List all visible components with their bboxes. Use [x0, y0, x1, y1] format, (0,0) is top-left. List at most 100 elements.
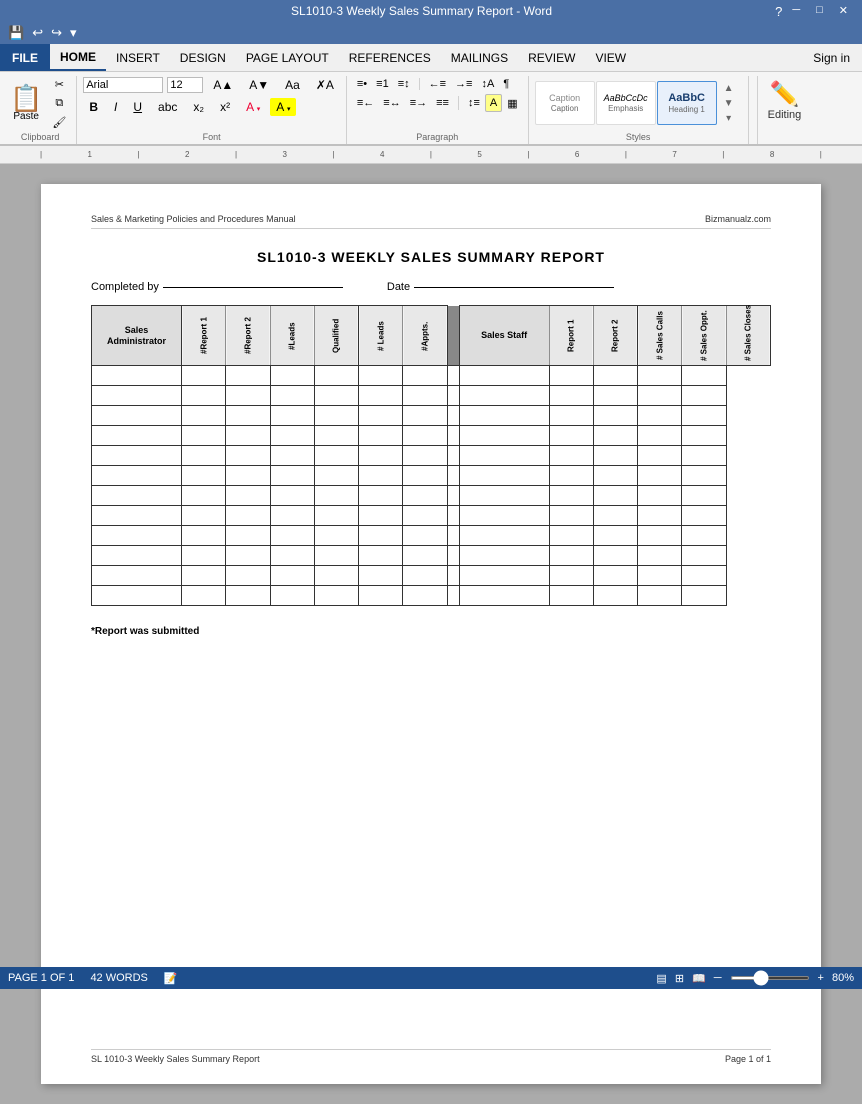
- table-row: [92, 426, 771, 446]
- table-cell: [270, 506, 314, 526]
- align-center-button[interactable]: ≡↔: [379, 95, 404, 111]
- table-cell: [182, 506, 226, 526]
- proofing-icon[interactable]: 📝: [164, 972, 178, 985]
- align-left-button[interactable]: ≡←: [353, 95, 378, 111]
- shading-button[interactable]: A: [485, 94, 502, 112]
- zoom-out-button[interactable]: ─: [714, 972, 722, 984]
- minimize-icon[interactable]: ─: [786, 4, 806, 19]
- table-cell: [549, 366, 593, 386]
- font-group: A▲ A▼ Aa ✗A B I U abc x₂ x² A ▾: [77, 76, 347, 144]
- borders-button[interactable]: ▦: [503, 95, 521, 112]
- subscript-button[interactable]: x₂: [187, 98, 210, 116]
- table-cell: [403, 446, 447, 466]
- font-format-row: B I U abc x₂ x² A ▾ A ▾: [83, 98, 296, 116]
- references-menu[interactable]: REFERENCES: [339, 44, 441, 71]
- help-icon[interactable]: ?: [775, 4, 782, 19]
- view-normal-icon[interactable]: ▤: [656, 972, 666, 985]
- completed-by-line: Completed by Date: [91, 281, 771, 293]
- title-bar: SL1010-3 Weekly Sales Summary Report - W…: [0, 0, 862, 22]
- col-leads-appts-header: # Leads: [359, 306, 403, 366]
- style-heading1[interactable]: AaBbC Heading 1: [657, 81, 717, 125]
- zoom-in-button[interactable]: +: [818, 972, 824, 984]
- insert-menu[interactable]: INSERT: [106, 44, 170, 71]
- show-marks-button[interactable]: ¶: [499, 76, 513, 92]
- increase-indent-button[interactable]: →≡: [451, 76, 476, 92]
- paste-button[interactable]: 📋 Paste: [10, 85, 42, 122]
- review-menu[interactable]: REVIEW: [518, 44, 585, 71]
- table-cell: [593, 446, 637, 466]
- text-color-button[interactable]: A ▾: [240, 98, 266, 116]
- decrease-font-button[interactable]: A▼: [243, 76, 275, 94]
- font-size-input[interactable]: [167, 77, 203, 93]
- table-cell: [549, 586, 593, 606]
- table-cell: [638, 466, 682, 486]
- styles-scroll-down[interactable]: ▼: [720, 96, 738, 111]
- underline-button[interactable]: U: [127, 98, 148, 116]
- decrease-indent-button[interactable]: ←≡: [425, 76, 450, 92]
- table-row: [92, 466, 771, 486]
- col-sales-staff-header: Sales Staff: [459, 306, 549, 366]
- styles-scroll-up[interactable]: ▲: [720, 81, 738, 96]
- word-count: 42 WORDS: [90, 972, 147, 984]
- style-emphasis[interactable]: AaBbCcDc Emphasis: [596, 81, 656, 125]
- styles-more[interactable]: ▾: [720, 111, 738, 126]
- table-cell: [314, 486, 358, 506]
- justify-button[interactable]: ≡≡: [432, 95, 453, 111]
- restore-icon[interactable]: □: [810, 4, 829, 19]
- view-read-icon[interactable]: 📖: [692, 972, 706, 985]
- change-case-button[interactable]: Aa: [279, 76, 306, 94]
- mailings-menu[interactable]: MAILINGS: [441, 44, 518, 71]
- design-menu[interactable]: DESIGN: [170, 44, 236, 71]
- increase-font-button[interactable]: A▲: [207, 76, 239, 94]
- strikethrough-button[interactable]: abc: [152, 98, 183, 116]
- table-row: [92, 546, 771, 566]
- align-right-button[interactable]: ≡→: [406, 95, 431, 111]
- sort-button[interactable]: ↕A: [477, 76, 498, 92]
- redo-button[interactable]: ↪: [49, 25, 64, 41]
- table-cell: [92, 546, 182, 566]
- window-controls[interactable]: ? ─ □ ✕: [775, 4, 854, 19]
- italic-button[interactable]: I: [108, 98, 123, 116]
- header-right: Bizmanualz.com: [705, 214, 771, 224]
- copy-button[interactable]: ⧉: [48, 95, 70, 112]
- save-button[interactable]: 💾: [6, 25, 26, 41]
- table-cell: [270, 566, 314, 586]
- clear-format-button[interactable]: ✗A: [310, 76, 340, 94]
- styles-label: Styles: [535, 132, 742, 142]
- sign-in-button[interactable]: Sign in: [801, 47, 862, 69]
- font-name-input[interactable]: [83, 77, 163, 93]
- document-page: Sales & Marketing Policies and Procedure…: [41, 184, 821, 1084]
- view-menu[interactable]: VIEW: [585, 44, 636, 71]
- format-painter-button[interactable]: 🖌: [48, 114, 70, 131]
- bold-button[interactable]: B: [83, 98, 104, 116]
- line-spacing-button[interactable]: ↕≡: [464, 95, 484, 111]
- header-left: Sales & Marketing Policies and Procedure…: [91, 214, 296, 224]
- table-cell: [459, 586, 549, 606]
- table-cell: [459, 406, 549, 426]
- table-cell: [459, 446, 549, 466]
- multilevel-button[interactable]: ≡↕: [394, 76, 414, 92]
- editing-icon: ✏️: [770, 80, 800, 109]
- status-right: ▤ ⊞ 📖 ─ + 80%: [656, 972, 854, 985]
- table-cell: [593, 426, 637, 446]
- table-cell: [638, 486, 682, 506]
- table-row: [92, 386, 771, 406]
- cut-button[interactable]: ✂: [48, 76, 70, 93]
- table-cell: [682, 526, 726, 546]
- home-menu[interactable]: HOME: [50, 44, 106, 71]
- quick-access-dropdown[interactable]: ▾: [68, 25, 79, 41]
- style-emphasis-label: Emphasis: [608, 104, 643, 113]
- superscript-button[interactable]: x²: [214, 98, 236, 116]
- view-web-icon[interactable]: ⊞: [675, 972, 684, 985]
- style-caption[interactable]: Caption Caption: [535, 81, 595, 125]
- bullets-button[interactable]: ≡•: [353, 76, 371, 92]
- numbering-button[interactable]: ≡1: [372, 76, 393, 92]
- table-cell: [270, 386, 314, 406]
- table-cell: [549, 526, 593, 546]
- highlight-color-button[interactable]: A ▾: [270, 98, 296, 116]
- page-layout-menu[interactable]: PAGE LAYOUT: [236, 44, 339, 71]
- file-menu[interactable]: FILE: [0, 44, 50, 71]
- undo-button[interactable]: ↩: [30, 25, 45, 41]
- close-icon[interactable]: ✕: [833, 4, 854, 19]
- zoom-slider[interactable]: [730, 976, 810, 980]
